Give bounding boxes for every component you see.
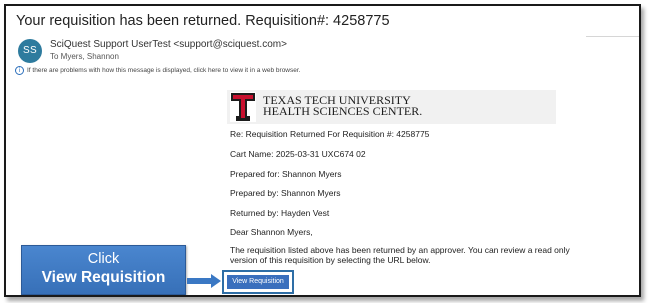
recipient-line: To Myers, Shannon [50,52,119,61]
re-line: Re: Requisition Returned For Requisition… [230,129,430,139]
view-requisition-highlight: View Requisition [222,270,294,294]
email-subject: Your requisition has been returned. Requ… [16,13,390,29]
prepared-by: Prepared by: Shannon Myers [230,188,341,198]
cart-name: Cart Name: 2025-03-31 UXC674 02 [230,149,366,159]
university-name: TEXAS TECH UNIVERSITY HEALTH SCIENCES CE… [263,94,423,118]
view-requisition-button[interactable]: View Requisition [227,275,289,289]
email-window: Your requisition has been returned. Requ… [4,4,641,297]
greeting: Dear Shannon Myers, [230,227,313,237]
display-info-text: If there are problems with how this mess… [27,67,301,74]
university-logo-banner: TEXAS TECH UNIVERSITY HEALTH SCIENCES CE… [227,90,556,124]
sender-name[interactable]: SciQuest Support UserTest <support@sciqu… [50,39,287,50]
prepared-for: Prepared for: Shannon Myers [230,169,342,179]
callout-line1: Click [87,251,120,267]
right-arrow-icon [187,274,221,288]
callout-line2: View Requisition [41,269,166,286]
sender-avatar: SS [18,39,42,63]
double-t-logo-icon [230,92,256,122]
header-divider [586,36,639,37]
instruction-callout: Click View Requisition [21,245,186,295]
university-name-line2: HEALTH SCIENCES CENTER. [263,104,423,118]
display-info-bar[interactable]: i If there are problems with how this me… [15,66,300,75]
info-icon: i [15,66,24,75]
return-message: The requisition listed above has been re… [230,245,570,265]
returned-by: Returned by: Hayden Vest [230,208,330,218]
